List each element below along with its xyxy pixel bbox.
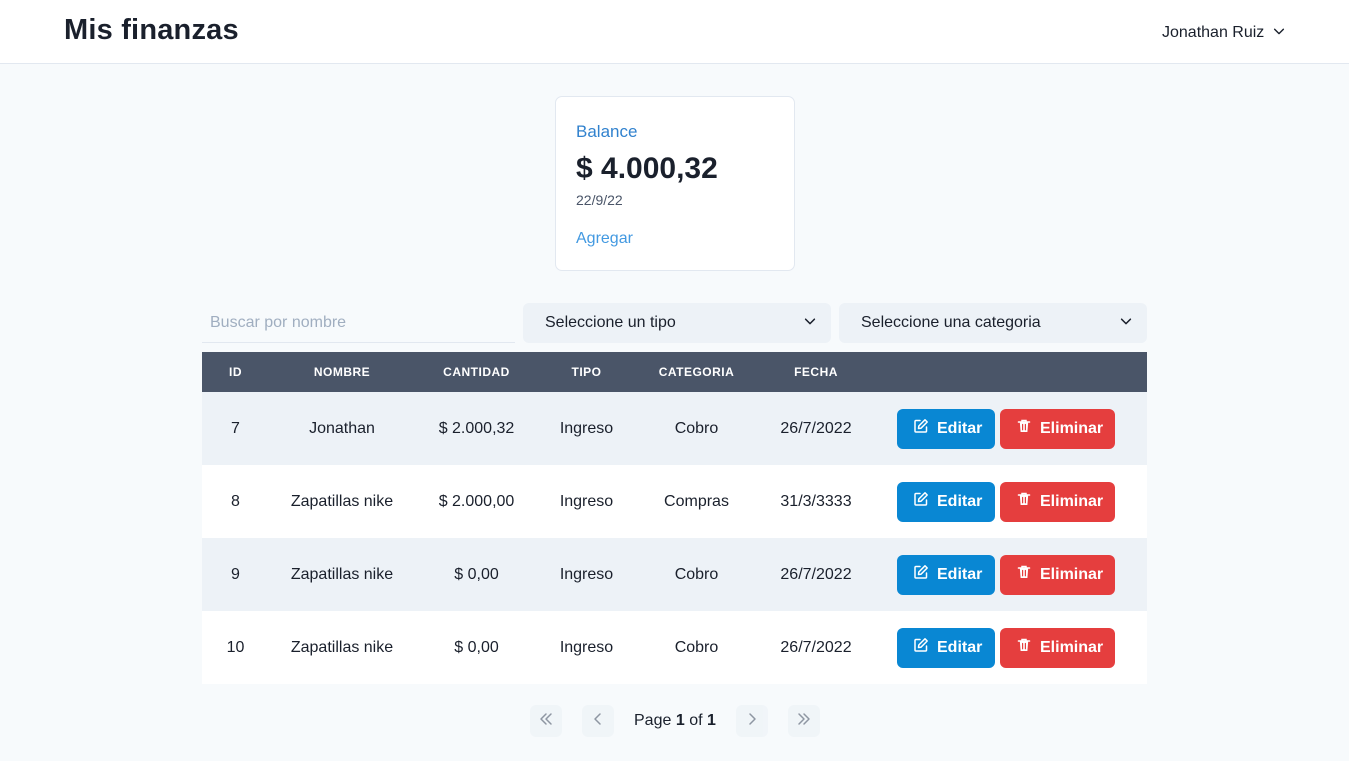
delete-button-label: Eliminar: [1040, 638, 1104, 656]
balance-amount: $ 4.000,32: [576, 152, 718, 185]
edit-button-label: Editar: [937, 419, 983, 437]
edit-icon: [913, 564, 929, 585]
cell-fecha: 26/7/2022: [758, 392, 874, 465]
table-row: 9 Zapatillas nike $ 0,00 Ingreso Cobro 2…: [202, 538, 1147, 611]
table-row: 7 Jonathan $ 2.000,32 Ingreso Cobro 26/7…: [202, 392, 1147, 465]
delete-button-label: Eliminar: [1040, 492, 1104, 510]
cell-actions: Editar Eliminar: [874, 392, 1147, 465]
edit-button-label: Editar: [937, 492, 983, 510]
balance-date: 22/9/22: [576, 192, 623, 208]
prev-page-button[interactable]: [582, 705, 614, 737]
first-page-button[interactable]: [530, 705, 562, 737]
tipo-select[interactable]: Seleccione un tipo: [523, 303, 831, 343]
cell-cantidad: $ 0,00: [415, 538, 538, 611]
edit-button[interactable]: Editar: [897, 481, 995, 522]
chevron-down-icon: [1272, 24, 1286, 43]
balance-label: Balance: [576, 122, 638, 141]
edit-button[interactable]: Editar: [897, 408, 995, 449]
cell-id: 9: [202, 538, 269, 611]
cell-categoria: Cobro: [635, 392, 758, 465]
trash-icon: [1016, 418, 1032, 439]
column-header-cantidad[interactable]: CANTIDAD: [415, 352, 538, 392]
add-link[interactable]: Agregar: [576, 229, 774, 249]
categoria-select[interactable]: Seleccione una categoria: [839, 303, 1147, 343]
search-input[interactable]: [202, 303, 515, 343]
app-title: Mis finanzas: [64, 14, 239, 46]
column-header-nombre[interactable]: NOMBRE: [269, 352, 415, 392]
cell-fecha: 26/7/2022: [780, 638, 852, 656]
cell-id: 8: [231, 492, 240, 510]
cell-nombre: Zapatillas nike: [269, 538, 415, 611]
edit-button-label: Editar: [937, 565, 983, 583]
cell-cantidad: $ 2.000,32: [415, 392, 538, 465]
cell-categoria: Cobro: [674, 638, 719, 656]
delete-button[interactable]: Eliminar: [1000, 408, 1115, 449]
double-chevron-left-icon: [538, 711, 554, 732]
tipo-select-value: Seleccione un tipo: [545, 314, 676, 331]
table-header-row: ID NOMBRE CANTIDAD TIPO CATEGORIA FECHA: [202, 352, 1147, 392]
cell-nombre: Jonathan: [269, 392, 415, 465]
cell-actions: Editar Eliminar: [874, 465, 1147, 538]
table-row: 8 Zapatillas nike $ 2.000,00 Ingreso Com…: [202, 465, 1147, 538]
column-header-categoria[interactable]: CATEGORIA: [635, 352, 758, 392]
column-header-fecha[interactable]: FECHA: [758, 352, 874, 392]
cell-actions: Editar Eliminar: [874, 538, 1147, 611]
cell-nombre: Zapatillas nike: [290, 638, 394, 656]
edit-button[interactable]: Editar: [897, 627, 995, 668]
cell-nombre: Zapatillas nike: [290, 492, 394, 510]
cell-id: 7: [202, 392, 269, 465]
chevron-down-icon: [1119, 314, 1133, 333]
trash-icon: [1016, 564, 1032, 585]
delete-button-label: Eliminar: [1040, 419, 1104, 437]
total-pages: 1: [706, 712, 716, 729]
user-name: Jonathan Ruiz: [1162, 24, 1265, 41]
delete-button[interactable]: Eliminar: [1000, 627, 1115, 668]
top-header: Mis finanzas Jonathan Ruiz: [0, 0, 1349, 64]
next-page-button[interactable]: [735, 705, 768, 737]
table-row: 10 Zapatillas nike $ 0,00 Ingreso Cobro …: [202, 611, 1147, 684]
edit-icon: [913, 491, 929, 512]
edit-button-label: Editar: [937, 638, 983, 656]
delete-button[interactable]: Eliminar: [1000, 481, 1115, 522]
page-word: Page: [634, 712, 672, 729]
cell-cantidad: $ 2.000,00: [438, 492, 515, 510]
cell-tipo: Ingreso: [559, 492, 614, 510]
delete-button[interactable]: Eliminar: [1000, 554, 1115, 595]
cell-tipo: Ingreso: [538, 538, 635, 611]
delete-button-label: Eliminar: [1040, 565, 1104, 583]
page-indicator: Page 1 of 1: [634, 712, 716, 730]
cell-id: 10: [226, 638, 245, 656]
chevron-left-icon: [590, 711, 606, 732]
cell-tipo: Ingreso: [559, 638, 614, 656]
column-header-id[interactable]: ID: [202, 352, 269, 392]
last-page-button[interactable]: [787, 705, 820, 737]
cell-categoria: Compras: [664, 492, 729, 510]
balance-card: Balance $ 4.000,32 22/9/22 Agregar: [555, 96, 795, 271]
cell-fecha: 31/3/3333: [780, 492, 852, 510]
double-chevron-right-icon: [796, 711, 812, 732]
pagination: Page 1 of 1: [530, 705, 820, 737]
trash-icon: [1016, 637, 1032, 658]
column-header-actions: [874, 352, 1147, 392]
of-word: of: [689, 712, 703, 729]
edit-button[interactable]: Editar: [897, 554, 995, 595]
column-header-tipo[interactable]: TIPO: [538, 352, 635, 392]
edit-icon: [913, 418, 929, 439]
current-page: 1: [675, 712, 685, 729]
user-menu-button[interactable]: Jonathan Ruiz: [1162, 22, 1286, 44]
categoria-select-value: Seleccione una categoria: [861, 314, 1041, 331]
cell-actions: Editar Eliminar: [874, 611, 1147, 684]
cell-cantidad: $ 0,00: [454, 638, 499, 656]
cell-categoria: Cobro: [635, 538, 758, 611]
cell-tipo: Ingreso: [538, 392, 635, 465]
trash-icon: [1016, 491, 1032, 512]
chevron-down-icon: [803, 314, 817, 333]
cell-fecha: 26/7/2022: [758, 538, 874, 611]
transactions-table: ID NOMBRE CANTIDAD TIPO CATEGORIA FECHA …: [202, 352, 1147, 684]
edit-icon: [913, 637, 929, 658]
chevron-right-icon: [744, 711, 760, 732]
